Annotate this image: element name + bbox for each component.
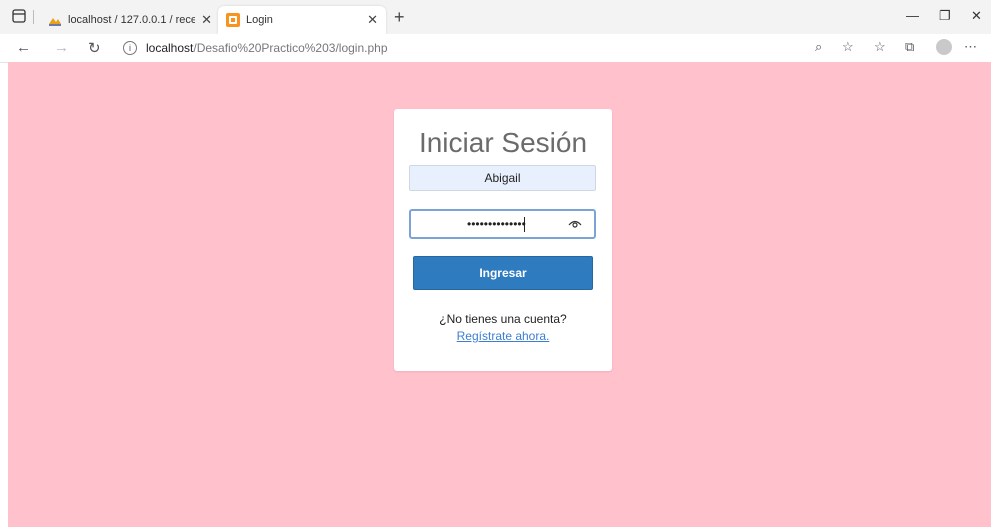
- login-card: Iniciar Sesión Abigail •••••••••••••• In…: [394, 109, 612, 371]
- refresh-icon[interactable]: ↻: [88, 39, 101, 57]
- tab-login[interactable]: Login ✕: [218, 6, 386, 34]
- browser-tab-strip: localhost / 127.0.0.1 / recetas_co ✕ Log…: [0, 0, 991, 35]
- address-path: /Desafio%20Practico%203/login.php: [193, 41, 388, 55]
- tab-actions-icon[interactable]: [12, 9, 26, 23]
- profile-avatar[interactable]: [936, 39, 952, 55]
- site-info-icon[interactable]: i: [123, 41, 137, 55]
- browser-toolbar: ← → ↻ i localhost/Desafio%20Practico%203…: [0, 34, 991, 63]
- signup-prompt: ¿No tienes una cuenta?: [439, 312, 567, 326]
- tab-separator: [33, 10, 34, 24]
- favorites-icon[interactable]: ☆: [874, 39, 886, 55]
- back-icon[interactable]: ←: [16, 39, 31, 56]
- password-field[interactable]: ••••••••••••••: [409, 209, 596, 239]
- tab-close-icon[interactable]: ✕: [201, 12, 212, 28]
- more-options-icon[interactable]: ⋯: [964, 39, 977, 55]
- address-bar[interactable]: i localhost/Desafio%20Practico%203/login…: [123, 38, 823, 58]
- text-caret: [524, 217, 525, 232]
- maximize-button[interactable]: ❐: [939, 8, 951, 24]
- login-heading: Iniciar Sesión: [418, 127, 588, 158]
- login-button[interactable]: Ingresar: [413, 256, 593, 290]
- add-favorite-icon[interactable]: ☆: [842, 39, 854, 55]
- read-aloud-icon[interactable]: ⌕: [815, 39, 822, 55]
- minimize-button[interactable]: —: [906, 8, 919, 23]
- new-tab-button[interactable]: +: [394, 7, 405, 28]
- tab-title: localhost / 127.0.0.1 / recetas_co: [68, 14, 196, 26]
- password-value: ••••••••••••••: [467, 217, 526, 231]
- signup-link[interactable]: Regístrate ahora.: [394, 329, 612, 343]
- tab-phpmyadmin[interactable]: localhost / 127.0.0.1 / recetas_co ✕: [40, 6, 220, 34]
- address-host: localhost: [146, 41, 194, 55]
- reveal-password-icon[interactable]: [568, 218, 582, 228]
- tab-close-icon[interactable]: ✕: [367, 12, 378, 28]
- page-background: Iniciar Sesión Abigail •••••••••••••• In…: [8, 62, 991, 527]
- collections-icon[interactable]: ⧉: [905, 39, 914, 55]
- phpmyadmin-favicon-icon: [49, 18, 61, 26]
- forward-icon[interactable]: →: [54, 39, 69, 56]
- close-window-button[interactable]: ✕: [971, 8, 982, 24]
- tab-title: Login: [246, 14, 273, 26]
- username-field[interactable]: Abigail: [409, 165, 596, 191]
- login-favicon-icon: [226, 13, 240, 27]
